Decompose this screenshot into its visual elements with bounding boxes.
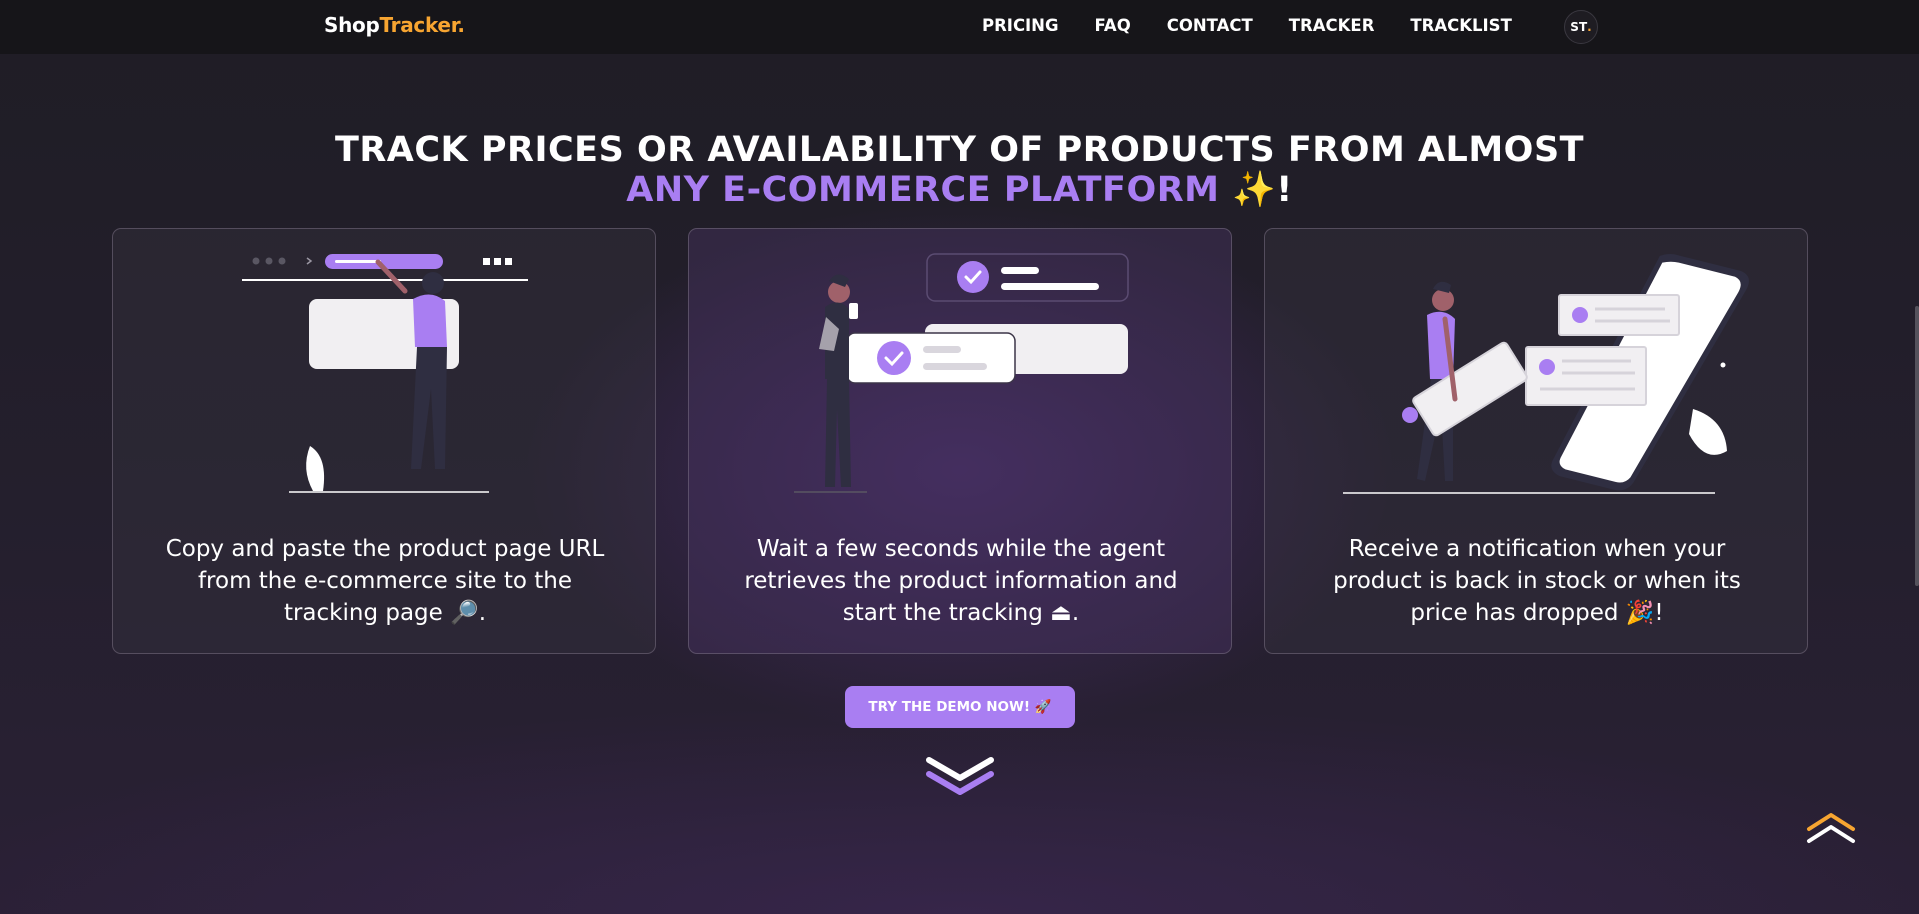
sparkles-icon: ✨ (1232, 170, 1277, 210)
copy-url-illustration-icon (242, 254, 528, 493)
logo-part-tracker: Tracker (379, 13, 458, 37)
hero-line-2-highlight: ANY E-COMMERCE PLATFORM (626, 170, 1220, 210)
nav-links: PRICING FAQ CONTACT TRACKER TRACKLIST (982, 16, 1548, 35)
hero-line-1: TRACK PRICES OR AVAILABILITY OF PRODUCTS… (334, 130, 1585, 170)
retrieve-info-illustration-icon (794, 253, 1129, 493)
hero-headline: TRACK PRICES OR AVAILABILITY OF PRODUCTS… (0, 130, 1919, 210)
try-demo-button[interactable]: TRY THE DEMO NOW! 🚀 (845, 686, 1075, 728)
avatar-initials: ST (1570, 20, 1588, 34)
double-chevron-down-icon[interactable] (925, 752, 995, 803)
nav-contact[interactable]: CONTACT (1167, 16, 1253, 35)
step-card-retrieve-info: Wait a few seconds while the agent retri… (688, 228, 1232, 654)
nav-pricing[interactable]: PRICING (982, 16, 1059, 35)
step-card-text: Receive a notification when your product… (1333, 536, 1741, 626)
logo-dot: . (457, 13, 465, 37)
user-avatar[interactable]: ST. (1564, 10, 1598, 44)
nav-tracklist[interactable]: TRACKLIST (1410, 16, 1511, 35)
step-card-notification: Receive a notification when your product… (1264, 228, 1808, 654)
step-card-text: Copy and paste the product page URL from… (165, 536, 605, 626)
scrollbar[interactable] (1915, 306, 1919, 586)
navbar: ShopTracker. PRICING FAQ CONTACT TRACKER… (0, 0, 1919, 54)
notification-illustration-icon (1343, 253, 1749, 494)
hero-line-2-end: ! (1276, 170, 1293, 210)
avatar-dot: . (1587, 20, 1592, 34)
step-card-text: Wait a few seconds while the agent retri… (744, 536, 1178, 626)
logo-part-shop: Shop (324, 13, 380, 37)
nav-faq[interactable]: FAQ (1095, 16, 1131, 35)
nav-tracker[interactable]: TRACKER (1289, 16, 1375, 35)
step-card-copy-url: Copy and paste the product page URL from… (112, 228, 656, 654)
double-chevron-up-icon[interactable] (1806, 812, 1856, 851)
logo[interactable]: ShopTracker. (324, 13, 465, 37)
